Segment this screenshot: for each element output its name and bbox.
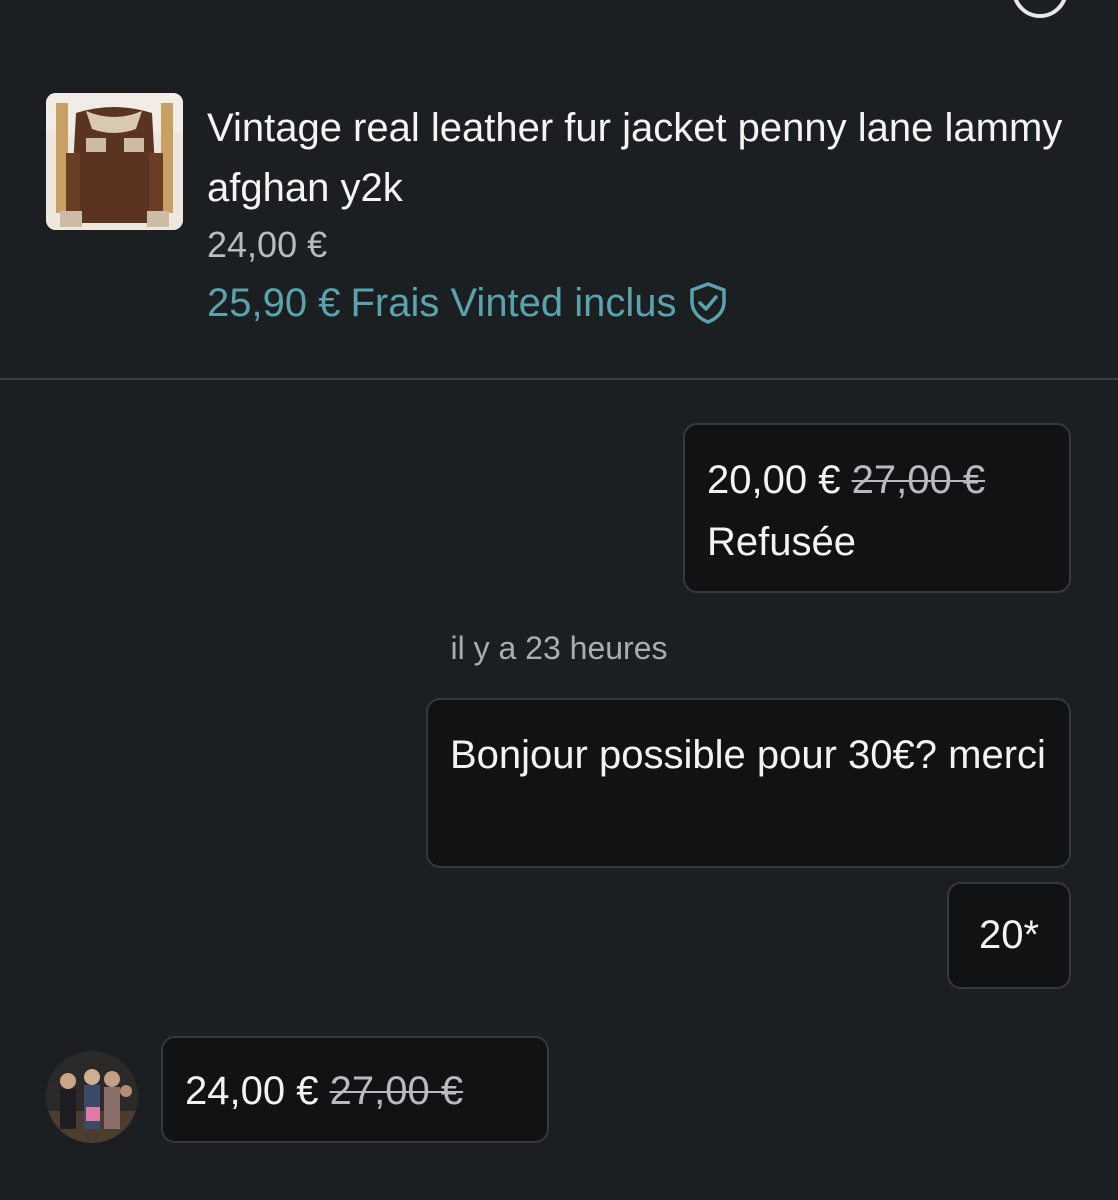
- offer-new-price: 24,00 €: [185, 1069, 319, 1113]
- offer-message[interactable]: 24,00 € 27,00 €: [161, 1036, 549, 1143]
- item-header[interactable]: Vintage real leather fur jacket penny la…: [0, 0, 1118, 380]
- timestamp-text: il y a 23 heures: [450, 630, 668, 666]
- offer-old-price: 27,00 €: [329, 1069, 464, 1113]
- offer-price-row: 20,00 € 27,00 €: [707, 449, 1047, 511]
- message-timestamp: il y a 23 heures: [0, 630, 1118, 667]
- conversation-screen: Vintage real leather fur jacket penny la…: [0, 0, 1118, 1200]
- item-fee-label: Frais Vinted inclus: [350, 280, 677, 325]
- message-bubble[interactable]: Bonjour possible pour 30€? merci: [426, 698, 1071, 868]
- item-title[interactable]: Vintage real leather fur jacket penny la…: [207, 98, 1067, 218]
- offer-new-price: 20,00 €: [707, 458, 841, 502]
- item-price: 24,00 €: [207, 224, 328, 265]
- avatar[interactable]: [46, 1051, 138, 1143]
- offer-status: Refusée: [707, 520, 856, 564]
- item-fee-price: 25,90 €: [207, 280, 341, 325]
- shield-check-icon[interactable]: [685, 280, 731, 326]
- item-thumbnail[interactable]: [46, 93, 183, 230]
- item-fee-row[interactable]: 25,90 € Frais Vinted inclus: [207, 278, 731, 328]
- offer-message-refused[interactable]: 20,00 € 27,00 € Refusée: [683, 423, 1071, 593]
- message-bubble[interactable]: 20*: [947, 882, 1071, 989]
- offer-old-price: 27,00 €: [851, 458, 986, 502]
